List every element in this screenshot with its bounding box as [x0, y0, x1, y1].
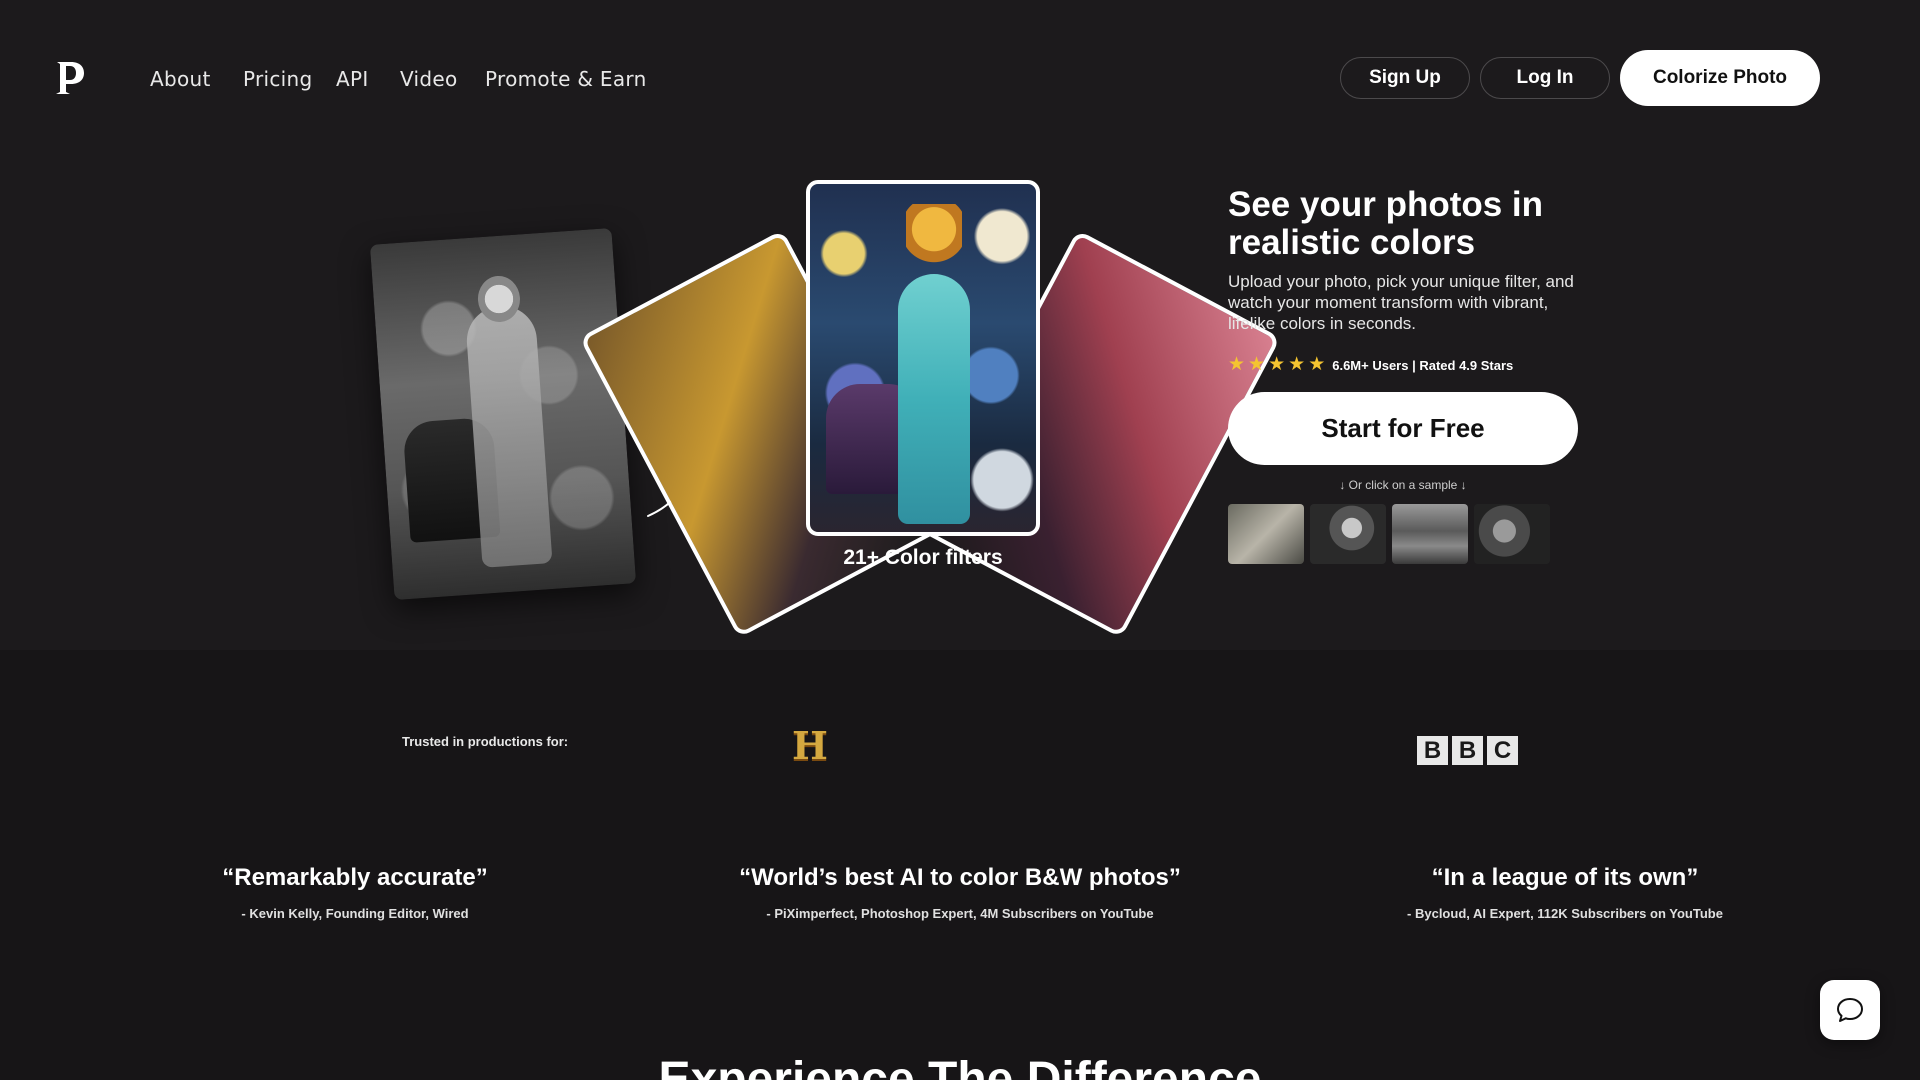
nav-link-video[interactable]: Video [400, 67, 458, 91]
quote-text-3: “In a league of its own” [1431, 864, 1699, 891]
rating-text: 6.6M+ Users | Rated 4.9 Stars [1332, 357, 1514, 373]
color-photo-headdress [906, 204, 962, 276]
star-icon: ★ [1308, 354, 1326, 375]
colorized-sample-photo [806, 180, 1040, 536]
hero-description: Upload your photo, pick your unique filt… [1228, 272, 1574, 333]
quote-source-3: - Bycloud, AI Expert, 112K Subscribers o… [1407, 906, 1723, 921]
nav-link-pricing[interactable]: Pricing [243, 67, 313, 91]
nav-link-promote-earn[interactable]: Promote & Earn [485, 67, 647, 91]
star-icon: ★ [1268, 354, 1286, 375]
start-for-free-button[interactable]: Start for Free [1228, 392, 1578, 465]
sample-hint: ↓ Or click on a sample ↓ [1339, 478, 1467, 492]
sample-thumbnail-2[interactable] [1310, 504, 1386, 564]
nav-link-api[interactable]: API [336, 67, 369, 91]
chat-button[interactable] [1820, 980, 1880, 1040]
hero-title: See your photos in realistic colors [1228, 185, 1544, 262]
bw-sample-photo [369, 227, 637, 601]
quote-text-1: “Remarkably accurate” [222, 864, 488, 891]
history-channel-logo: H [792, 723, 828, 768]
sample-thumbnail-4[interactable] [1474, 504, 1550, 564]
star-icon: ★ [1248, 354, 1266, 375]
color-filters-label: 21+ Color filters [843, 546, 1003, 569]
nav-link-about[interactable]: About [150, 67, 211, 91]
colorize-photo-button[interactable]: Colorize Photo [1620, 50, 1820, 106]
brand-logo[interactable] [54, 58, 86, 98]
bbc-logo: B B C [1417, 736, 1518, 765]
star-icon: ★ [1288, 354, 1306, 375]
section-title: Experience The Difference [658, 1053, 1262, 1080]
bbc-logo-letter: C [1487, 736, 1518, 765]
trusted-label: Trusted in productions for: [402, 734, 569, 749]
sample-thumbnail-3[interactable] [1392, 504, 1468, 564]
bbc-logo-letter: B [1452, 736, 1483, 765]
chat-bubble-icon [1837, 998, 1863, 1022]
logo-p-icon [56, 62, 84, 94]
quote-text-2: “World’s best AI to color B&W photos” [739, 864, 1181, 891]
log-in-button[interactable]: Log In [1480, 57, 1610, 99]
bbc-logo-letter: B [1417, 736, 1448, 765]
star-icon: ★ [1228, 354, 1246, 375]
color-photo-figure [898, 274, 970, 524]
rating-row: ★ ★ ★ ★ ★ 6.6M+ Users | Rated 4.9 Stars [1228, 355, 1513, 375]
sign-up-button[interactable]: Sign Up [1340, 57, 1470, 99]
quote-source-1: - Kevin Kelly, Founding Editor, Wired [241, 906, 469, 921]
sample-thumbnail-1[interactable] [1228, 504, 1304, 564]
quote-source-2: - PiXimperfect, Photoshop Expert, 4M Sub… [766, 906, 1154, 921]
